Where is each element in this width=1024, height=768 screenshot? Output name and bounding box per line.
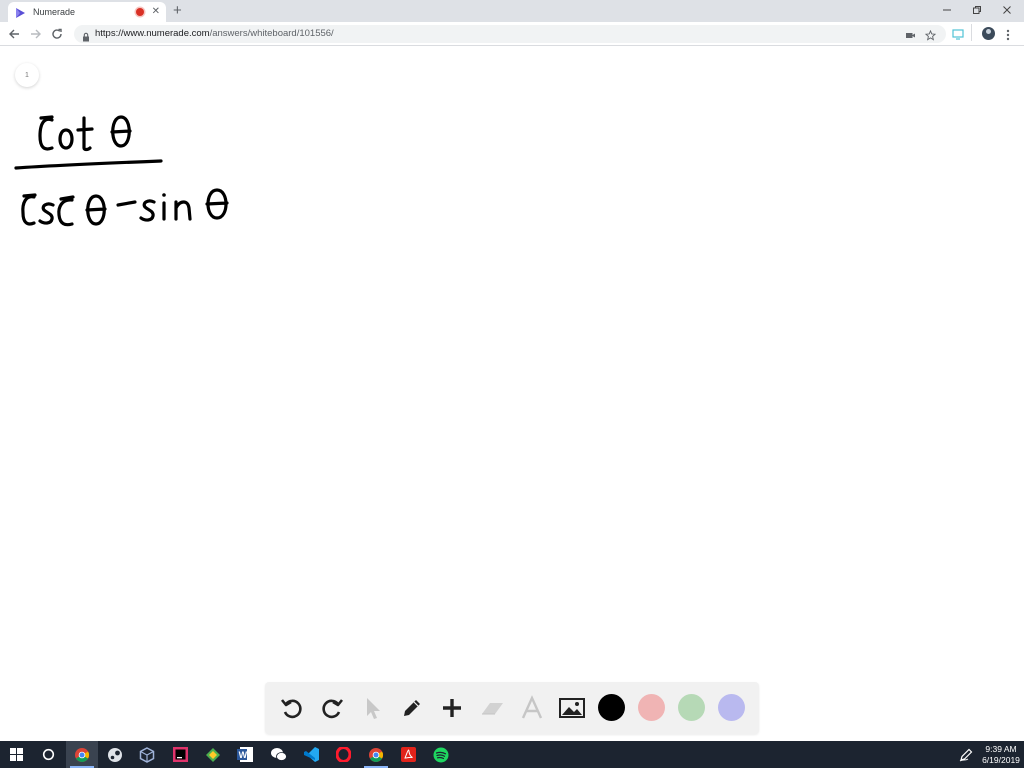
taskbar-spotify-icon[interactable]	[425, 741, 457, 768]
taskbar-acrobat-icon[interactable]	[392, 741, 424, 768]
taskbar-vscode-icon[interactable]	[295, 741, 327, 768]
taskbar-intellij-icon[interactable]	[164, 741, 196, 768]
whiteboard-ink	[14, 115, 229, 227]
clock-date: 6/19/2019	[982, 755, 1020, 765]
ink-stroke-numerator-o	[58, 128, 74, 150]
drawing-toolbar	[265, 682, 759, 734]
ink-stroke-denominator-c1	[21, 195, 36, 226]
cursor-icon[interactable]	[357, 693, 387, 723]
text-icon[interactable]	[517, 693, 547, 723]
taskbar-wechat-icon[interactable]	[262, 741, 294, 768]
ink-fraction-bar	[14, 159, 163, 170]
ink-dot-i	[162, 193, 166, 197]
ink-stroke-denominator-s2	[139, 199, 156, 222]
eraser-icon[interactable]	[477, 693, 507, 723]
color-swatch-pink[interactable]	[638, 694, 665, 721]
color-swatch-lavender[interactable]	[718, 694, 745, 721]
svg-text:W: W	[239, 750, 248, 760]
pen-workspace-icon[interactable]	[954, 741, 978, 768]
ink-stroke-minus	[116, 200, 137, 207]
image-icon[interactable]	[557, 693, 587, 723]
ink-stroke-denominator-s	[38, 202, 55, 225]
color-swatch-black[interactable]	[598, 694, 625, 721]
taskbar-virtualbox-icon[interactable]	[131, 741, 163, 768]
cortana-search-icon[interactable]	[32, 741, 64, 768]
color-swatch-green[interactable]	[678, 694, 705, 721]
redo-icon[interactable]	[317, 693, 347, 723]
ink-stroke-denominator-theta1	[85, 194, 107, 226]
ink-stroke-denominator-c2	[57, 198, 74, 227]
taskbar-chrome-icon[interactable]	[66, 741, 98, 768]
system-clock[interactable]: 9:39 AM 6/19/2019	[980, 744, 1022, 766]
taskbar-steam-icon[interactable]	[99, 741, 131, 768]
pen-icon[interactable]	[397, 693, 427, 723]
ink-stroke-numerator-c-tail	[39, 115, 54, 120]
plus-icon[interactable]	[437, 693, 467, 723]
clock-time: 9:39 AM	[985, 744, 1017, 754]
ink-stroke-denominator-c1-tail	[22, 193, 37, 198]
taskbar-chrome-alt-icon[interactable]	[360, 741, 392, 768]
windows-start-icon[interactable]	[0, 741, 32, 768]
windows-taskbar: W 9:39 AM 6/19/2019	[0, 741, 1024, 768]
ink-stroke-numerator-theta	[110, 115, 132, 148]
ink-stroke-denominator-c2-tail	[59, 195, 75, 201]
ink-stroke-denominator-n	[174, 200, 192, 221]
ink-stroke-numerator-c	[38, 117, 54, 151]
undo-icon[interactable]	[277, 693, 307, 723]
taskbar-kaleido-icon[interactable]	[197, 741, 229, 768]
ink-stroke-denominator-theta2	[205, 188, 229, 220]
taskbar-opera-icon[interactable]	[327, 741, 359, 768]
taskbar-word-icon[interactable]: W	[229, 741, 261, 768]
ink-stroke-numerator-t	[76, 116, 94, 152]
